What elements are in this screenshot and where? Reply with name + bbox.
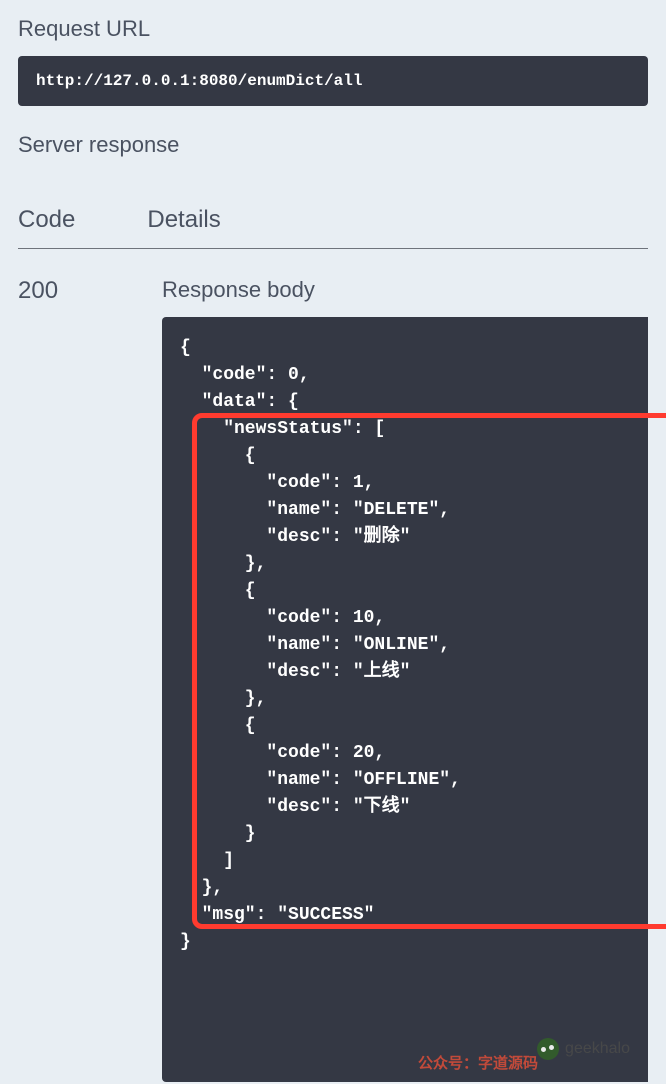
details-column: Response body { "code": 0, "data": { "ne…: [162, 277, 648, 1082]
request-url-value: http://127.0.0.1:8080/enumDict/all: [36, 72, 362, 90]
response-table-header: Code Details: [18, 172, 648, 248]
status-code: 200: [18, 277, 78, 1082]
request-url-label: Request URL: [18, 16, 648, 42]
watermark-red-text: 公众号：字道源码: [418, 1051, 538, 1078]
request-url-block: http://127.0.0.1:8080/enumDict/all: [18, 56, 648, 106]
code-column-header: Code: [18, 206, 75, 234]
watermark: geekhalo: [537, 1035, 630, 1062]
wechat-icon: [537, 1038, 559, 1060]
divider: [18, 248, 648, 249]
response-row: 200 Response body { "code": 0, "data": {…: [18, 249, 648, 1082]
watermark-handle: geekhalo: [565, 1035, 630, 1062]
server-response-label: Server response: [18, 132, 648, 158]
response-body-label: Response body: [162, 277, 648, 303]
response-body-panel[interactable]: { "code": 0, "data": { "newsStatus": [ {…: [162, 317, 648, 1082]
details-column-header: Details: [147, 206, 220, 234]
response-body-text: { "code": 0, "data": { "newsStatus": [ {…: [180, 338, 461, 952]
